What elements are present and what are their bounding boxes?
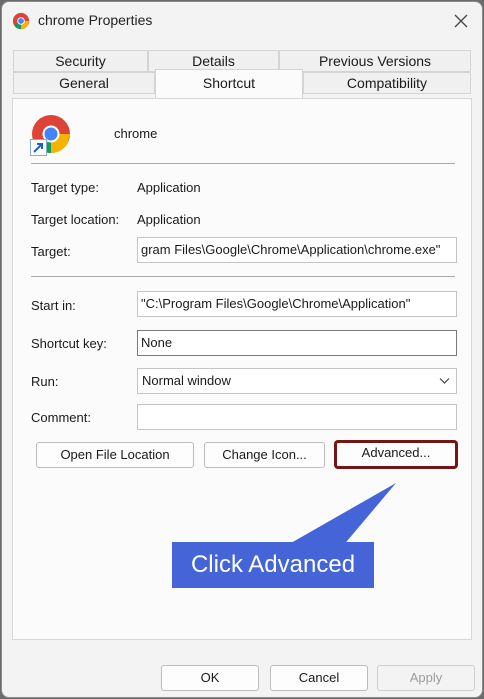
tab-security[interactable]: Security	[13, 50, 148, 72]
run-select-value: Normal window	[142, 373, 231, 388]
comment-field[interactable]	[137, 404, 457, 430]
target-location-value: Application	[137, 212, 201, 227]
tab-compatibility[interactable]: Compatibility	[303, 72, 471, 94]
start-in-field[interactable]: "C:\Program Files\Google\Chrome\Applicat…	[137, 291, 457, 317]
change-icon-button[interactable]: Change Icon...	[204, 442, 325, 468]
open-file-location-button[interactable]: Open File Location	[36, 442, 194, 468]
tab-shortcut[interactable]: Shortcut	[155, 69, 303, 98]
target-type-label: Target type:	[31, 180, 99, 195]
chevron-down-icon	[439, 378, 450, 384]
run-label: Run:	[31, 374, 59, 389]
shortcut-key-label: Shortcut key:	[31, 336, 107, 351]
divider	[31, 276, 455, 277]
run-select[interactable]: Normal window	[137, 368, 457, 394]
apply-button[interactable]: Apply	[377, 665, 475, 691]
target-type-value: Application	[137, 180, 201, 195]
window-title: chrome Properties	[38, 12, 153, 28]
click-advanced-callout: Click Advanced	[172, 542, 374, 588]
title-bar: chrome Properties	[2, 2, 482, 40]
chrome-logo-icon	[12, 12, 30, 30]
comment-label: Comment:	[31, 410, 91, 425]
target-field[interactable]: gram Files\Google\Chrome\Application\chr…	[137, 237, 457, 263]
properties-window: chrome Properties Security Details Previ…	[1, 1, 483, 698]
close-icon[interactable]	[450, 10, 472, 32]
divider	[31, 163, 455, 164]
tab-general[interactable]: General	[13, 72, 155, 94]
tab-previous-versions[interactable]: Previous Versions	[279, 50, 471, 72]
ok-button[interactable]: OK	[161, 665, 259, 691]
callout-pointer	[284, 483, 396, 547]
target-location-label: Target location:	[31, 212, 120, 227]
shortcut-key-field[interactable]: None	[137, 330, 457, 356]
target-label: Target:	[31, 244, 71, 259]
cancel-button[interactable]: Cancel	[270, 665, 368, 691]
shortcut-name: chrome	[114, 126, 158, 141]
start-in-label: Start in:	[31, 298, 76, 313]
shortcut-arrow-icon	[30, 139, 47, 156]
advanced-button[interactable]: Advanced...	[334, 440, 458, 469]
